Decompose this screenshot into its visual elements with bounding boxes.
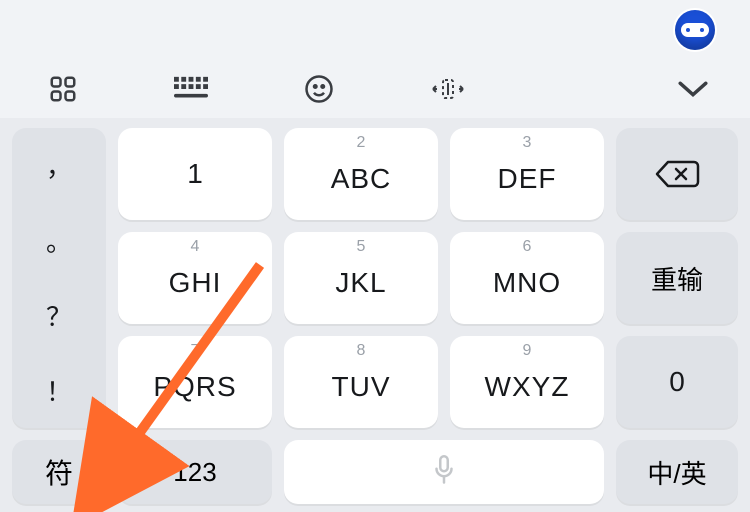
key-tuv[interactable]: 8 TUV [284,336,438,428]
keyboard: ， 。 ？ ！ 1 2 ABC 3 DEF 4 GHI 5 [0,118,750,512]
key-ghi[interactable]: 4 GHI [118,232,272,324]
key-mno[interactable]: 6 MNO [450,232,604,324]
keyboard-toolbar [0,60,750,118]
symbols-key[interactable]: 符 [12,440,106,504]
punct-period[interactable]: 。 [12,203,106,278]
retype-key[interactable]: 重输 [616,232,738,324]
top-bar [0,0,750,60]
key-jkl[interactable]: 5 JKL [284,232,438,324]
space-key[interactable] [284,440,604,504]
avatar-eyes [681,23,709,37]
keyboard-layout-icon[interactable] [174,74,208,104]
punct-exclaim[interactable]: ！ [12,353,106,428]
punctuation-column[interactable]: ， 。 ？ ！ [12,128,106,428]
cursor-move-icon[interactable] [430,75,466,103]
key-def[interactable]: 3 DEF [450,128,604,220]
emoji-icon[interactable] [304,74,334,104]
avatar[interactable] [675,10,715,50]
language-toggle-key[interactable]: 中/英 [616,440,738,504]
apps-icon[interactable] [48,74,78,104]
punct-comma[interactable]: ， [12,128,106,203]
mic-icon [433,455,455,490]
key-abc[interactable]: 2 ABC [284,128,438,220]
numbers-key[interactable]: 123 [118,440,272,504]
key-0[interactable]: 0 [616,336,738,428]
punct-question[interactable]: ？ [12,278,106,353]
key-1[interactable]: 1 [118,128,272,220]
key-wxyz[interactable]: 9 WXYZ [450,336,604,428]
backspace-key[interactable] [616,128,738,220]
key-pqrs[interactable]: 7 PQRS [118,336,272,428]
collapse-keyboard-icon[interactable] [676,77,710,101]
